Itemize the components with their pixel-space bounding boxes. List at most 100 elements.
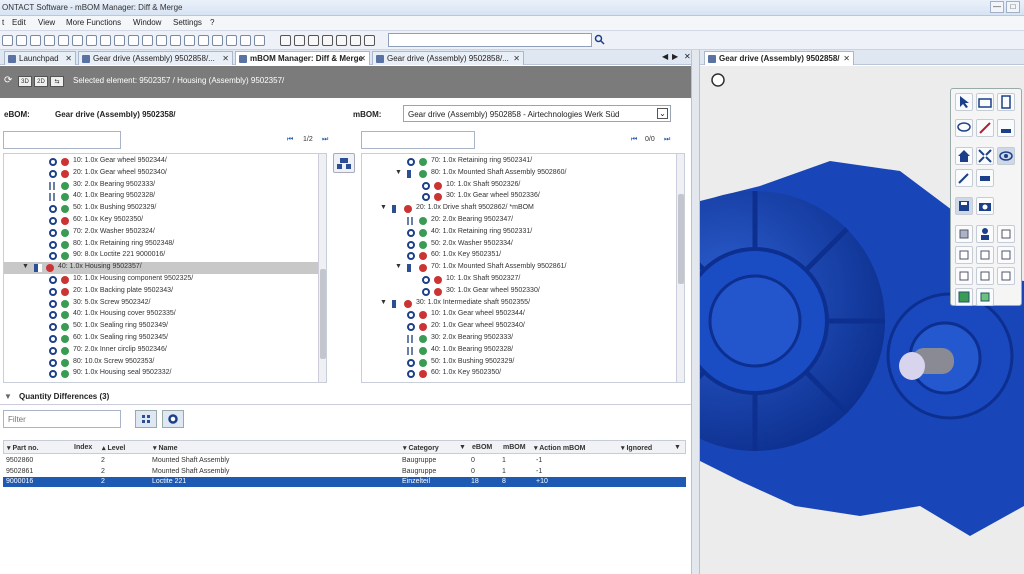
tree-row[interactable]: 50: 2.0x Washer 9502334/: [362, 239, 684, 251]
tree-row[interactable]: 30: 1.0x Gear wheel 9502330/: [362, 286, 684, 298]
tree-row[interactable]: 80: 10.0x Screw 9502353/: [4, 357, 326, 369]
tree-row[interactable]: 80: 1.0x Retaining ring 9502348/: [4, 239, 326, 251]
expand-icon[interactable]: ▼: [395, 263, 402, 270]
assembly-filter-button[interactable]: [135, 410, 157, 428]
cube-view-icon[interactable]: [955, 225, 973, 243]
tab-scroll-right-icon[interactable]: ▶: [672, 52, 678, 61]
expand-icon[interactable]: ▼: [395, 169, 402, 176]
filter-icon[interactable]: ▼: [674, 444, 681, 451]
menu-edit[interactable]: Edit: [12, 18, 26, 27]
tab-gear-drive-2[interactable]: Gear drive (Assembly) 9502858/... ✕: [372, 51, 524, 65]
tree-row[interactable]: 30: 2.0x Bearing 9502333/: [4, 180, 326, 192]
tree-row[interactable]: 50: 1.0x Sealing ring 9502349/: [4, 321, 326, 333]
tree-row[interactable]: 40: 1.0x Housing cover 9502335/: [4, 309, 326, 321]
comment-icon[interactable]: [955, 119, 973, 137]
sync-button[interactable]: ⇆: [50, 76, 64, 87]
col-index[interactable]: Index: [74, 444, 92, 451]
toolbar-icon[interactable]: [100, 35, 111, 46]
view-2d-button[interactable]: 2D: [34, 76, 48, 87]
col-level[interactable]: ▴ Level: [102, 444, 125, 452]
menu-view[interactable]: View: [38, 18, 55, 27]
fit-view-icon[interactable]: [976, 147, 994, 165]
home-icon[interactable]: [955, 147, 973, 165]
tree-row[interactable]: 70: 1.0x Retaining ring 9502341/: [362, 156, 684, 168]
col-part-no[interactable]: ▾ Part no.: [7, 444, 39, 452]
toolbar-icon[interactable]: [336, 35, 347, 46]
eye-icon[interactable]: [997, 147, 1015, 165]
splitter[interactable]: [691, 50, 700, 574]
mbom-first-icon[interactable]: ⏮: [631, 136, 637, 144]
toolbar-icon[interactable]: [142, 35, 153, 46]
mbom-select[interactable]: Gear drive (Assembly) 9502858 - Airtechn…: [403, 105, 671, 122]
col-ebom[interactable]: eBOM: [472, 444, 492, 451]
tree-row[interactable]: 60: 1.0x Sealing ring 9502345/: [4, 333, 326, 345]
close-icon[interactable]: ✕: [222, 52, 229, 65]
toolbar-icon[interactable]: [184, 35, 195, 46]
toolbar-icon[interactable]: [128, 35, 139, 46]
tree-row[interactable]: 90: 1.0x Housing seal 9502332/: [4, 368, 326, 380]
toolbar-icon[interactable]: [44, 35, 55, 46]
tree-row[interactable]: 10: 1.0x Shaft 9502326/: [362, 180, 684, 192]
col-mbom[interactable]: mBOM: [503, 444, 526, 451]
tree-row[interactable]: 10: 1.0x Gear wheel 9502344/: [4, 156, 326, 168]
toolbar-icon[interactable]: [170, 35, 181, 46]
expand-icon[interactable]: ▼: [22, 263, 29, 270]
scrollbar-thumb[interactable]: [678, 194, 684, 284]
quantity-filter-input[interactable]: [3, 410, 121, 428]
tree-row[interactable]: ▼ 40: 1.0x Housing 9502357/: [4, 262, 326, 275]
toolbar-icon[interactable]: [156, 35, 167, 46]
toolbar-icon[interactable]: [280, 35, 291, 46]
tree-row[interactable]: 20: 2.0x Bearing 9502347/: [362, 215, 684, 227]
pen-icon[interactable]: [976, 119, 994, 137]
save-icon[interactable]: [955, 197, 973, 215]
toolbar-icon[interactable]: [308, 35, 319, 46]
toolbar-icon[interactable]: [198, 35, 209, 46]
cube-view-icon[interactable]: [976, 267, 994, 285]
toolbar-icon[interactable]: [30, 35, 41, 46]
cube-view-icon[interactable]: [997, 267, 1015, 285]
person-icon[interactable]: [976, 225, 994, 243]
car-icon[interactable]: [976, 169, 994, 187]
tree-row[interactable]: 20: 1.0x Gear wheel 9502340/: [362, 321, 684, 333]
chevron-down-icon[interactable]: ⌄: [657, 108, 668, 119]
tab-gear-drive[interactable]: Gear drive (Assembly) 9502858/... ✕: [78, 51, 233, 65]
close-icon[interactable]: ✕: [359, 52, 366, 65]
pencil-icon[interactable]: [955, 169, 973, 187]
tree-row[interactable]: 40: 1.0x Retaining ring 9502331/: [362, 227, 684, 239]
menu-help[interactable]: ?: [210, 18, 214, 27]
table-row[interactable]: 9502860 2 Mounted Shaft Assembly Baugruppe 0…: [3, 456, 686, 466]
ebom-tree[interactable]: 10: 1.0x Gear wheel 9502344/20: 1.0x Gea…: [3, 153, 327, 383]
folder-icon[interactable]: [976, 93, 994, 111]
transfer-button[interactable]: [333, 153, 355, 173]
scrollbar[interactable]: [318, 154, 326, 382]
tree-row[interactable]: 10: 1.0x Shaft 9502327/: [362, 274, 684, 286]
close-icon[interactable]: ✕: [65, 52, 72, 65]
toolbar-icon[interactable]: [350, 35, 361, 46]
tree-row[interactable]: 20: 1.0x Backing plate 9502343/: [4, 286, 326, 298]
tree-row[interactable]: 30: 2.0x Bearing 9502333/: [362, 333, 684, 345]
shaded-view-icon[interactable]: [976, 288, 994, 306]
table-row[interactable]: 9000016 2 Loctite 221 Einzelteil 18 8 +10: [3, 477, 686, 487]
toolbar-icon[interactable]: [212, 35, 223, 46]
tree-row[interactable]: 60: 1.0x Key 9502350/: [362, 368, 684, 380]
cube-view-icon[interactable]: [976, 246, 994, 264]
scrollbar[interactable]: [676, 154, 684, 382]
select-cursor-icon[interactable]: [955, 93, 973, 111]
tree-row[interactable]: 70: 2.0x Washer 9502324/: [4, 227, 326, 239]
scrollbar-thumb[interactable]: [320, 269, 326, 359]
camera-icon[interactable]: [976, 197, 994, 215]
viewer-tab[interactable]: Gear drive (Assembly) 9502858/ ✕: [700, 50, 1024, 65]
toolbar-icon[interactable]: [16, 35, 27, 46]
tab-mbom-manager[interactable]: mBOM Manager: Diff & Merge ✕: [235, 51, 370, 65]
viewer-tab-item[interactable]: Gear drive (Assembly) 9502858/ ✕: [704, 51, 854, 65]
tree-row[interactable]: 10: 1.0x Housing component 9502325/: [4, 274, 326, 286]
tree-row[interactable]: ▼ 70: 1.0x Mounted Shaft Assembly 9502861…: [362, 262, 684, 274]
tree-row[interactable]: 50: 1.0x Bushing 9502329/: [362, 357, 684, 369]
toolbar-icon[interactable]: [114, 35, 125, 46]
tree-row[interactable]: 20: 1.0x Gear wheel 9502340/: [4, 168, 326, 180]
expand-icon[interactable]: ▼: [380, 299, 387, 306]
tree-row[interactable]: ▼ 20: 1.0x Drive shaft 9502862/ *mBOM: [362, 203, 684, 215]
toolbar-icon[interactable]: [294, 35, 305, 46]
shaded-view-icon[interactable]: [955, 288, 973, 306]
tree-row[interactable]: 30: 5.0x Screw 9502342/: [4, 298, 326, 310]
